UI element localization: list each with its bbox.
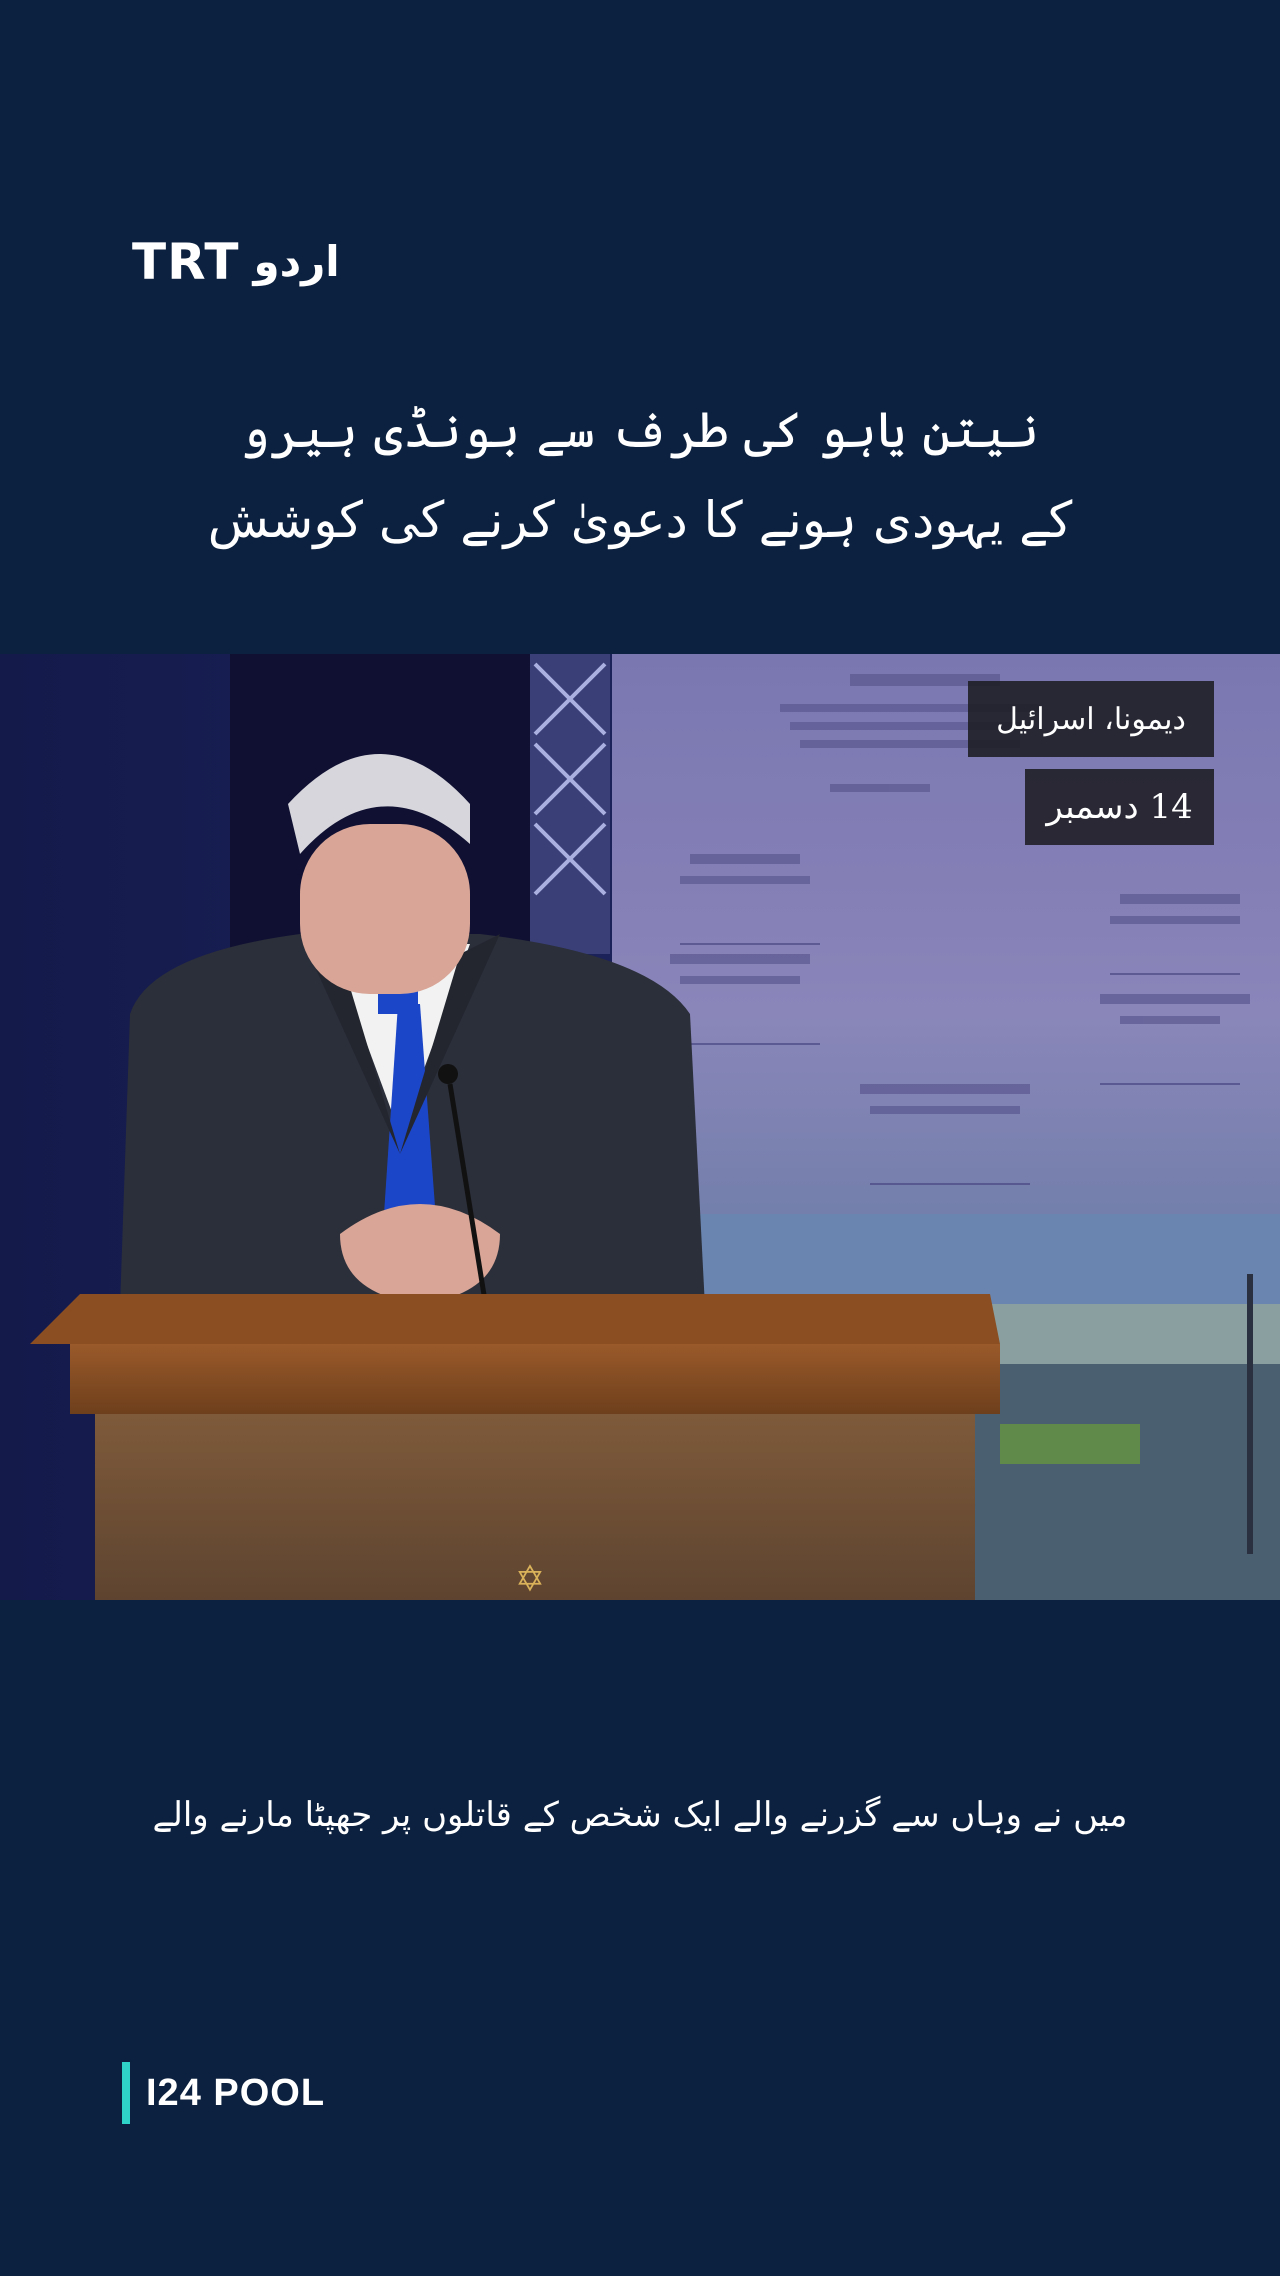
credit-text: I24 POOL <box>146 2071 326 2114</box>
podium-emblem: ✡ <box>470 1559 590 1600</box>
headline-line-2: کے یہودی ہونے کا دعویٰ کرنے کی کوشش <box>207 491 1073 549</box>
headline: نیتن یاہو کی طرف سے بونڈی ہیرو کے یہودی … <box>0 385 1280 565</box>
logo-urdu: اردو <box>253 237 340 286</box>
location-tag: دیمونا، اسرائیل <box>968 681 1214 757</box>
headline-line-1: نیتن یاہو کی طرف سے بونڈی ہیرو <box>240 401 1040 459</box>
credit-accent-bar <box>122 2062 130 2124</box>
subtitle-caption: میں نے وہاں سے گزرنے والے ایک شخص کے قات… <box>152 1795 1128 1835</box>
source-credit: I24 POOL <box>122 2062 325 2124</box>
date-tag: 14 دسمبر <box>1025 769 1214 845</box>
menorah-icon: ✡ <box>514 1559 546 1600</box>
trt-urdu-logo: TRT اردو <box>132 232 340 292</box>
logo-trt: TRT <box>132 233 240 291</box>
